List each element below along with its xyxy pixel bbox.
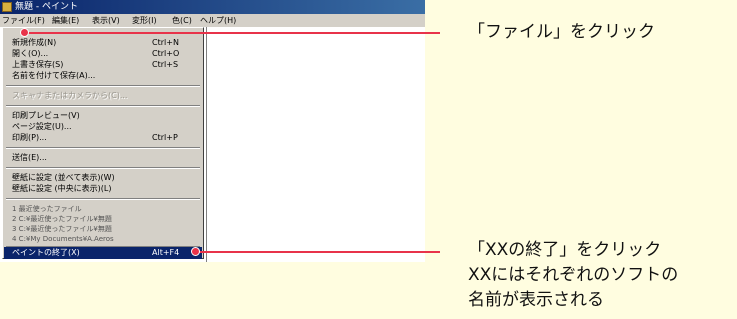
menu-item-wallpaper-center[interactable]: 壁紙に設定 (中央に表示)(L) bbox=[4, 183, 202, 195]
menu-file[interactable]: ファイル(F) bbox=[2, 14, 45, 27]
menu-edit[interactable]: 編集(E) bbox=[52, 14, 79, 27]
menu-view[interactable]: 表示(V) bbox=[92, 14, 120, 27]
menu-item-exit[interactable]: ペイントの終了(X) Alt+F4 bbox=[4, 247, 202, 259]
callout-line-exit bbox=[196, 251, 440, 253]
paint-window-screenshot: 無題 - ペイント ファイル(F) 編集(E) 表示(V) 変形(I) 色(C)… bbox=[0, 0, 425, 262]
menu-colors[interactable]: 色(C) bbox=[172, 14, 192, 27]
title-bar: 無題 - ペイント bbox=[0, 0, 425, 14]
note-exit-explanation-1: XXにはそれぞれのソフトの bbox=[468, 265, 679, 285]
file-menu-dropdown: 新規作成(N) Ctrl+N 開く(O)... Ctrl+O 上書き保存(S) … bbox=[2, 27, 204, 259]
note-click-exit: 「XXの終了」をクリック bbox=[468, 240, 662, 260]
menu-bar: ファイル(F) 編集(E) 表示(V) 変形(I) 色(C) ヘルプ(H) bbox=[0, 14, 425, 27]
menu-separator bbox=[6, 147, 200, 149]
note-exit-explanation-2: 名前が表示される bbox=[468, 290, 604, 310]
menu-separator bbox=[6, 198, 200, 200]
menu-item-save-as[interactable]: 名前を付けて保存(A)... bbox=[4, 70, 202, 82]
menu-separator bbox=[6, 105, 200, 107]
menu-item-send[interactable]: 送信(E)... bbox=[4, 152, 202, 164]
window-title: 無題 - ペイント bbox=[15, 2, 78, 12]
menu-item-from-scanner: スキャナまたはカメラから(C)... bbox=[12, 91, 128, 100]
click-marker-file bbox=[20, 28, 29, 37]
menu-help[interactable]: ヘルプ(H) bbox=[200, 14, 236, 27]
paint-app-icon bbox=[2, 2, 12, 12]
click-marker-exit bbox=[191, 247, 200, 256]
note-click-file: 「ファイル」をクリック bbox=[468, 22, 655, 42]
menu-image[interactable]: 変形(I) bbox=[132, 14, 157, 27]
paint-canvas[interactable] bbox=[206, 27, 425, 262]
menu-item-recent-4[interactable]: 4 C:¥My Documents¥A.Aeros bbox=[4, 233, 202, 245]
menu-separator bbox=[6, 85, 200, 87]
callout-line-file bbox=[25, 32, 440, 34]
menu-separator bbox=[6, 167, 200, 169]
menu-item-print[interactable]: 印刷(P)... Ctrl+P bbox=[4, 132, 202, 144]
